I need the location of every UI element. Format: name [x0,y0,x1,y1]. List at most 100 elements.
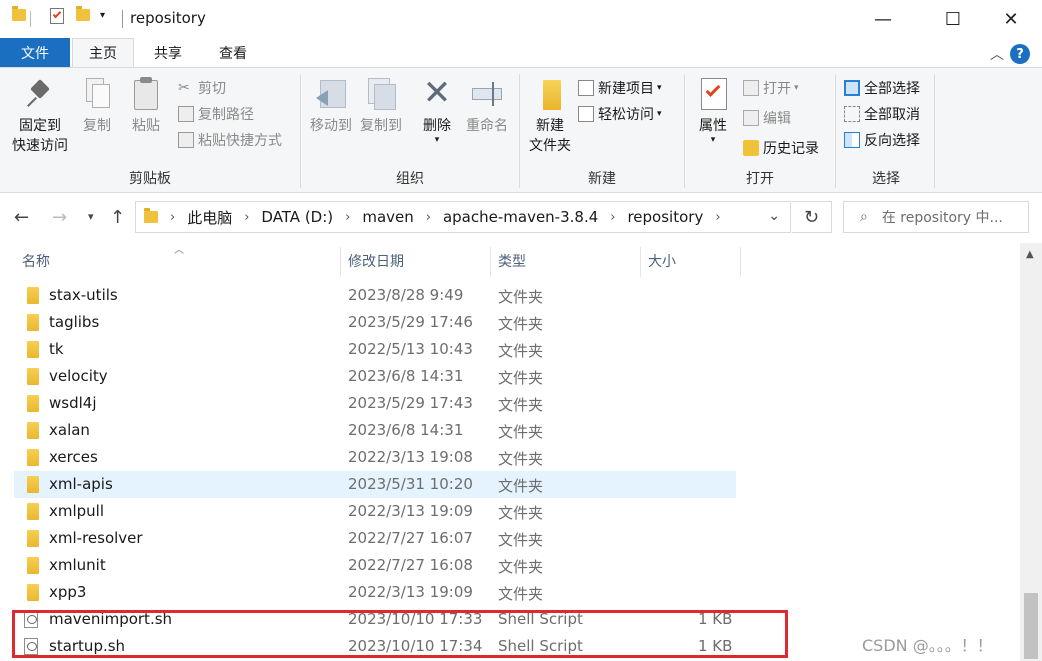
shell-script-icon [24,611,38,628]
file-row[interactable]: xpp3 2022/3/13 19:09 文件夹 [14,579,736,606]
pin-quick-access-button[interactable]: 固定到 快速访问 [8,76,72,156]
file-row[interactable]: xerces 2022/3/13 19:08 文件夹 [14,444,736,471]
ribbon-tabs: 文件 主页 共享 查看 [0,38,1042,68]
copy-path-icon [178,106,194,122]
select-group-label: 选择 [872,171,900,187]
select-all-button[interactable]: 全部选择 [844,76,920,100]
properties-button[interactable]: 属性 ▾ [691,76,735,145]
breadcrumb-this-pc[interactable]: 此电脑 [187,207,232,228]
breadcrumb-separator-icon[interactable]: › [426,210,431,225]
recent-locations-icon[interactable]: ▾ [88,210,94,223]
breadcrumb-separator-icon[interactable]: › [345,210,350,225]
breadcrumb-maven[interactable]: maven [362,208,413,226]
file-row[interactable]: mavenimport.sh 2023/10/10 17:33 Shell Scri… [14,606,736,633]
copy-to-label: 复制到 [360,118,402,134]
cut-label: 剪切 [198,81,226,97]
folder-icon [27,584,39,601]
address-dropdown-icon[interactable]: ⌄ [768,208,780,224]
file-row[interactable]: taglibs 2023/5/29 17:46 文件夹 [14,309,736,336]
scrollbar-thumb[interactable] [1024,593,1038,659]
vertical-scrollbar[interactable]: ▲ [1020,243,1042,661]
tab-view[interactable]: 查看 [202,38,264,68]
column-header-name[interactable]: 名称 [14,243,340,279]
new-folder-icon [533,76,567,112]
breadcrumb-repository[interactable]: repository [627,208,703,226]
file-row[interactable]: xalan 2023/6/8 14:31 文件夹 [14,417,736,444]
cut-button[interactable]: ✂ 剪切 [178,76,226,100]
file-type: 文件夹 [498,423,544,441]
easy-access-label: 轻松访问 [598,107,654,123]
new-item-button[interactable]: 新建项目 ▾ [578,76,662,100]
file-size: 1 KB [698,637,733,655]
file-row[interactable]: xmlpull 2022/3/13 19:09 文件夹 [14,498,736,525]
open-group: 属性 ▾ 打开 ▾ 编辑 历史记录 打开 [685,68,835,192]
help-icon[interactable]: ? [1010,44,1030,64]
column-header-modified[interactable]: 修改日期 [340,243,490,279]
folder-icon [27,449,39,466]
copy-icon [80,76,114,112]
breadcrumb-separator-icon[interactable]: › [244,210,249,225]
move-to-button[interactable]: 移动到 [305,76,357,136]
ribbon: 固定到 快速访问 复制 粘贴 ✂ 剪切 复制路径 粘贴快捷方式 剪贴板 移动到 … [0,67,1042,193]
breadcrumb-drive[interactable]: DATA (D:) [261,208,333,226]
copy-to-button[interactable]: 复制到 [355,76,407,136]
tab-home[interactable]: 主页 [72,38,134,68]
breadcrumb-separator-icon[interactable]: › [610,210,615,225]
invert-selection-button[interactable]: 反向选择 [844,128,920,152]
file-row[interactable]: startup.sh 2023/10/10 17:34 Shell Script 1 … [14,633,736,660]
scroll-up-icon[interactable]: ▲ [1026,249,1034,260]
file-row[interactable]: xmlunit 2022/7/27 16:08 文件夹 [14,552,736,579]
qa-divider [30,11,31,27]
select-all-label: 全部选择 [864,81,920,97]
breadcrumb-apache-maven[interactable]: apache-maven-3.8.4 [443,208,598,226]
collapse-ribbon-icon[interactable]: ︿ [990,44,1004,64]
file-row[interactable]: stax-utils 2023/8/28 9:49 文件夹 [14,282,736,309]
rename-button[interactable]: 重命名 [461,76,513,136]
file-row[interactable]: tk 2022/5/13 10:43 文件夹 [14,336,736,363]
open-button[interactable]: 打开 ▾ [743,76,799,100]
file-row[interactable]: wsdl4j 2023/5/29 17:43 文件夹 [14,390,736,417]
tab-share[interactable]: 共享 [138,38,198,68]
file-type: 文件夹 [498,477,544,495]
select-none-button[interactable]: 全部取消 [844,102,920,126]
column-header-type[interactable]: 类型 [490,243,640,279]
new-folder-button[interactable]: 新建 文件夹 [524,76,576,156]
column-header-size[interactable]: 大小 [640,243,740,279]
copy-button[interactable]: 复制 [76,76,118,136]
up-arrow-icon[interactable]: ↑ [110,207,125,228]
breadcrumb-separator-icon[interactable]: › [170,210,175,225]
new-group-label: 新建 [588,171,616,187]
tab-file[interactable]: 文件 [0,38,70,68]
paste-shortcut-button[interactable]: 粘贴快捷方式 [178,128,282,152]
file-row[interactable]: xml-apis 2023/5/31 10:20 文件夹 [14,471,736,498]
maximize-button[interactable]: ☐ [930,0,976,38]
search-input[interactable]: ⌕ 在 repository 中... [843,201,1029,233]
refresh-button[interactable]: ↻ [792,201,832,233]
history-button[interactable]: 历史记录 [743,136,819,160]
delete-dropdown-icon[interactable]: ▾ [435,136,440,145]
paste-button[interactable]: 粘贴 [124,76,168,136]
address-bar[interactable]: › 此电脑 › DATA (D:) › maven › apache-maven… [135,201,791,233]
title-divider [122,10,123,28]
file-row[interactable]: xml-resolver 2022/7/27 16:07 文件夹 [14,525,736,552]
paste-icon [129,76,163,112]
properties-qa-icon[interactable] [50,8,64,24]
easy-access-button[interactable]: 轻松访问 ▾ [578,102,662,126]
properties-dropdown-icon[interactable]: ▾ [711,136,716,145]
back-arrow-icon[interactable]: ← [14,207,29,228]
move-to-icon [314,76,348,112]
copy-path-button[interactable]: 复制路径 [178,102,254,126]
select-all-icon [844,80,860,96]
close-button[interactable]: ✕ [988,0,1034,38]
qa-dropdown-icon[interactable]: ▾ [100,10,105,21]
column-divider[interactable] [740,247,741,277]
file-type: 文件夹 [498,531,544,549]
file-row[interactable]: velocity 2023/6/8 14:31 文件夹 [14,363,736,390]
forward-arrow-icon[interactable]: → [52,207,67,228]
breadcrumb-separator-icon[interactable]: › [715,210,720,225]
minimize-button[interactable]: — [860,0,906,38]
new-folder-qa-icon[interactable] [76,6,90,21]
delete-button[interactable]: ✕ 删除 ▾ [417,76,457,145]
rename-label: 重命名 [466,118,508,134]
edit-button[interactable]: 编辑 [743,106,791,130]
